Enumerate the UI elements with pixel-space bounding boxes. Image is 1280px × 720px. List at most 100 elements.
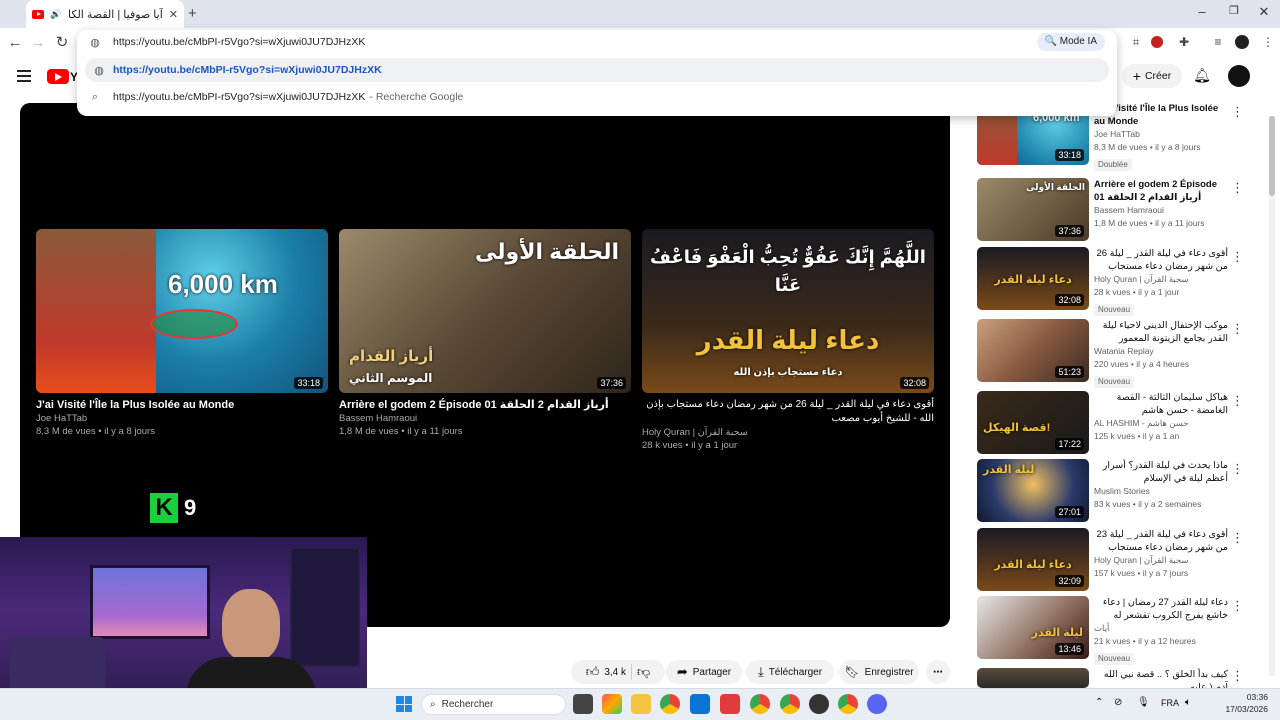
mode-ia-button[interactable]: 🔍 Mode IA xyxy=(1036,33,1105,51)
video-thumbnail[interactable]: 51:23 xyxy=(977,319,1089,382)
screenshot-icon[interactable]: ⌗ xyxy=(1128,35,1144,50)
back-icon[interactable]: ← xyxy=(4,32,26,54)
profile-avatar[interactable] xyxy=(1235,35,1249,49)
end-card-title[interactable]: Arrière el godem 2 Épisode 01 أرياز القد… xyxy=(339,398,631,412)
restore-icon[interactable]: ❐ xyxy=(1222,4,1246,17)
video-thumbnail[interactable]: قصة الهيكل! 17:22 xyxy=(977,391,1089,454)
video-title[interactable]: أقوى دعاء في ليلة القدر _ ليلة 26 من شهر… xyxy=(1094,247,1229,273)
share-button[interactable]: ➦ Partager xyxy=(666,660,742,684)
recommended-video-6[interactable]: ليلة القدر 27:01 ماذا يحدث في ليلة القدر… xyxy=(977,459,1247,523)
channel-watermark-logo[interactable]: K 9 xyxy=(150,493,196,523)
language-indicator[interactable]: FRA xyxy=(1161,698,1179,708)
obs-icon[interactable] xyxy=(809,694,829,714)
omnibox-suggestion-url[interactable]: ◍ https://youtu.be/cMbPI-r5Vgo?si=wXjuwi… xyxy=(85,58,1109,82)
notifications-bell-icon[interactable]: 🔔︎ xyxy=(1193,67,1211,84)
video-title[interactable]: ماذا يحدث في ليلة القدر؟ أسرار أعظم ليلة… xyxy=(1094,459,1228,485)
extensions-icon[interactable]: ✚ xyxy=(1176,35,1192,49)
end-card-video-3[interactable]: اللَّهُمَّ إِنَّكَ عَفُوٌّ تُحِبُّ الْعَ… xyxy=(642,229,934,452)
video-thumbnail[interactable]: ليلة القدر 13:46 xyxy=(977,596,1089,659)
chrome-icon[interactable] xyxy=(660,694,680,714)
reading-list-icon[interactable]: ≡ xyxy=(1210,35,1226,49)
microphone-icon[interactable]: 🎙︎ xyxy=(1137,697,1150,708)
youtube-logo[interactable] xyxy=(47,69,69,84)
like-button[interactable]: 👍︎ 3,4 k xyxy=(586,664,626,680)
video-thumbnail[interactable] xyxy=(977,668,1089,688)
video-title[interactable]: أقوى دعاء في ليلة القدر _ ليلة 23 من شهر… xyxy=(1094,528,1229,554)
recommended-video-8[interactable]: ليلة القدر 13:46 دعاء ليلة القدر 27 رمضا… xyxy=(977,596,1247,665)
video-menu-icon[interactable]: ⋮ xyxy=(1231,180,1244,196)
video-channel[interactable]: Holy Quran | سحبة القرآن xyxy=(1094,554,1228,567)
taskbar-clock[interactable]: 03:36 17/03/2026 xyxy=(1218,691,1268,715)
hamburger-menu-icon[interactable] xyxy=(17,70,31,82)
video-thumbnail[interactable]: ليلة القدر 27:01 xyxy=(977,459,1089,522)
speaker-icon[interactable]: 🔊 xyxy=(50,9,61,20)
video-channel[interactable]: Watania Replay xyxy=(1094,345,1228,358)
close-tab-icon[interactable]: ✕ xyxy=(169,8,178,21)
video-title[interactable]: كيف بدأ الخلق ؟ .. قصة نبي الله آدم ( عل… xyxy=(1094,668,1228,688)
reload-icon[interactable]: ↻ xyxy=(51,32,73,54)
video-menu-icon[interactable]: ⋮ xyxy=(1231,104,1244,120)
copilot-icon[interactable] xyxy=(602,694,622,714)
omnibox-suggestion-search[interactable]: ⌕ https://youtu.be/cMbPI-r5Vgo?si=wXjuwi… xyxy=(77,85,1117,109)
end-card-channel[interactable]: Bassem Hamraoui xyxy=(339,412,631,425)
video-title[interactable]: دعاء ليلة القدر 27 رمضان | دعاء خاشع يفر… xyxy=(1094,596,1228,622)
tray-chevron-icon[interactable]: ⌃ xyxy=(1095,697,1103,708)
video-menu-icon[interactable]: ⋮ xyxy=(1231,598,1244,614)
taskbar-search[interactable]: ⌕ Rechercher xyxy=(421,694,566,715)
video-title[interactable]: Arrière el godem 2 Épisode 01 أرياز القد… xyxy=(1094,178,1228,204)
save-button[interactable]: 🔖︎ Enregistrer xyxy=(839,660,919,684)
end-card-title[interactable]: J'ai Visité l'Île la Plus Isolée au Mond… xyxy=(36,398,328,412)
forward-icon[interactable]: → xyxy=(27,32,49,54)
end-card-video-2[interactable]: الحلقة الأولى أرياز القدام الموسم الثاني… xyxy=(339,229,631,438)
video-channel[interactable]: AL HASHIM - حسن هاشم xyxy=(1094,417,1228,430)
end-card-thumbnail[interactable]: الحلقة الأولى أرياز القدام الموسم الثاني… xyxy=(339,229,631,393)
chrome-active-icon[interactable] xyxy=(838,694,858,714)
recommended-video-2[interactable]: الحلقة الأولى 37:36 Arrière el godem 2 É… xyxy=(977,178,1247,242)
chrome-menu-icon[interactable]: ⋮ xyxy=(1260,35,1276,49)
video-title[interactable]: هياكل سليمان الثالثة - القصة الغامضة - ح… xyxy=(1094,391,1228,417)
wps-office-icon[interactable] xyxy=(720,694,740,714)
thumbs-down-icon[interactable]: 👎︎ xyxy=(637,664,650,680)
scrollbar-track[interactable] xyxy=(1269,116,1275,676)
video-thumbnail[interactable]: الحلقة الأولى 37:36 xyxy=(977,178,1089,241)
end-card-thumbnail[interactable]: 6,000 km 33:18 xyxy=(36,229,328,393)
end-card-channel[interactable]: Holy Quran | سحبة القرآن xyxy=(642,426,934,439)
store-icon[interactable] xyxy=(690,694,710,714)
end-card-video-1[interactable]: 6,000 km 33:18 J'ai Visité l'Île la Plus… xyxy=(36,229,328,438)
end-card-channel[interactable]: Joe HaTTab xyxy=(36,412,328,425)
chrome-profile-icon[interactable] xyxy=(750,694,770,714)
recommended-video-4[interactable]: 51:23 موكب الإحتفال الديني لاحياء ليلة ا… xyxy=(977,319,1247,388)
video-menu-icon[interactable]: ⋮ xyxy=(1231,321,1244,337)
recommended-video-5[interactable]: قصة الهيكل! 17:22 هياكل سليمان الثالثة -… xyxy=(977,391,1247,455)
site-info-icon[interactable]: ◍ xyxy=(77,36,113,49)
minimize-icon[interactable]: – xyxy=(1190,4,1214,19)
account-avatar[interactable] xyxy=(1228,65,1250,87)
discord-icon[interactable] xyxy=(867,694,887,714)
recommended-video-9[interactable]: كيف بدأ الخلق ؟ .. قصة نبي الله آدم ( عل… xyxy=(977,668,1247,688)
video-channel[interactable]: Muslim Stories xyxy=(1094,485,1228,498)
video-menu-icon[interactable]: ⋮ xyxy=(1231,530,1244,546)
video-channel[interactable]: Joe HaTTab xyxy=(1094,128,1228,141)
video-channel[interactable]: Holy Quran | سحبة القرآن xyxy=(1094,273,1228,286)
chrome-profile-icon[interactable] xyxy=(780,694,800,714)
new-tab-icon[interactable]: + xyxy=(188,5,197,22)
scrollbar-thumb[interactable] xyxy=(1269,116,1275,196)
end-card-thumbnail[interactable]: اللَّهُمَّ إِنَّكَ عَفُوٌّ تُحِبُّ الْعَ… xyxy=(642,229,934,393)
video-channel[interactable]: أيات xyxy=(1094,622,1228,635)
network-icon[interactable]: ⊘ xyxy=(1114,697,1122,708)
file-explorer-icon[interactable] xyxy=(631,694,651,714)
video-menu-icon[interactable]: ⋮ xyxy=(1231,668,1244,684)
video-thumbnail[interactable]: دعاء ليلة القدر 32:08 xyxy=(977,247,1089,310)
more-actions-icon[interactable]: ⋯ xyxy=(926,660,950,684)
video-menu-icon[interactable]: ⋮ xyxy=(1231,393,1244,409)
create-button[interactable]: + Créer xyxy=(1122,64,1182,88)
end-card-title[interactable]: أقوى دعاء في ليلة القدر _ ليلة 26 من شهر… xyxy=(642,398,934,426)
browser-tab[interactable]: 🔊 آيا صوفيا | القصة الكاملة وتا ✕ xyxy=(26,0,184,28)
volume-icon[interactable]: 🔈︎ xyxy=(1185,697,1191,708)
recommended-video-7[interactable]: دعاء ليلة القدر 32:09 أقوى دعاء في ليلة … xyxy=(977,528,1247,592)
video-title[interactable]: موكب الإحتفال الديني لاحياء ليلة القدر ب… xyxy=(1094,319,1228,345)
windows-start-icon[interactable] xyxy=(396,696,412,712)
task-view-icon[interactable] xyxy=(573,694,593,714)
extension-badge-icon[interactable] xyxy=(1151,36,1163,48)
recommended-video-3[interactable]: دعاء ليلة القدر 32:08 أقوى دعاء في ليلة … xyxy=(977,247,1247,316)
